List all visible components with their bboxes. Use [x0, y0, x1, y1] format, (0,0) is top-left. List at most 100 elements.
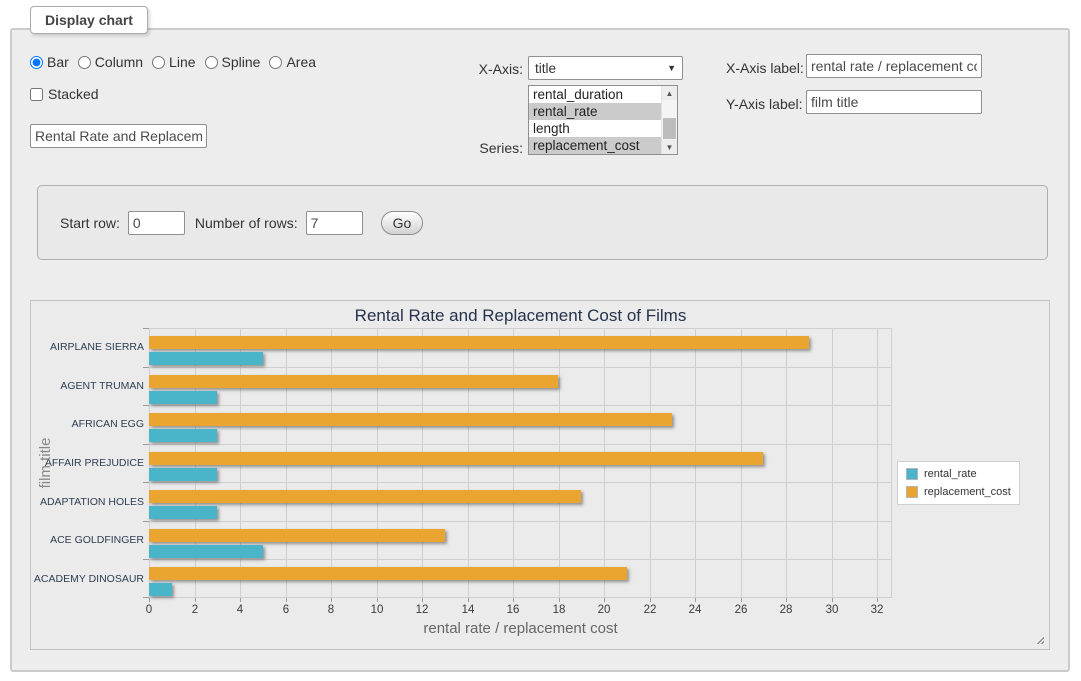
start-row-label: Start row:	[60, 215, 120, 231]
bar-rental_rate-3[interactable]	[149, 468, 217, 481]
chart-type-radio-line[interactable]	[152, 56, 165, 69]
chart-type-option-label: Spline	[222, 54, 261, 70]
plot-area: 02468101214161820222426283032AIRPLANE SI…	[149, 328, 892, 598]
x-axis-select[interactable]: title ▼	[528, 56, 683, 80]
category-label: AGENT TRUMAN	[33, 380, 144, 392]
x-axis-tick	[832, 598, 833, 602]
bar-replacement_cost-2[interactable]	[149, 413, 672, 426]
gridline-horizontal	[149, 367, 892, 368]
x-axis-tick	[468, 598, 469, 602]
chart-title-input[interactable]	[30, 124, 207, 148]
legend-swatch-icon	[906, 468, 918, 480]
x-tick-label: 30	[817, 604, 847, 616]
y-axis-tick	[143, 597, 149, 598]
bar-rental_rate-0[interactable]	[149, 352, 263, 365]
bar-replacement_cost-4[interactable]	[149, 490, 581, 503]
y-axis-tick	[143, 482, 149, 483]
gridline-horizontal	[149, 597, 892, 598]
series-select-label: Series:	[460, 140, 523, 156]
chevron-down-icon: ▼	[667, 63, 676, 73]
scroll-up-icon[interactable]: ▲	[662, 86, 677, 100]
bar-rental_rate-6[interactable]	[149, 583, 172, 596]
y-axis-tick	[143, 559, 149, 560]
chart-type-option-spline: Spline	[205, 54, 261, 70]
bar-rental_rate-2[interactable]	[149, 429, 217, 442]
chart-panel: Rental Rate and Replacement Cost of Film…	[30, 300, 1050, 650]
gridline-vertical	[877, 328, 878, 598]
x-axis-tick	[877, 598, 878, 602]
gridline-horizontal	[149, 482, 892, 483]
x-axis-tick	[286, 598, 287, 602]
bar-rental_rate-5[interactable]	[149, 545, 263, 558]
series-option-rental_duration[interactable]: rental_duration	[529, 86, 661, 103]
gridline-horizontal	[149, 405, 892, 406]
legend-item-replacement_cost[interactable]: replacement_cost	[906, 486, 1011, 498]
y-axis-label-input[interactable]	[806, 90, 982, 114]
chart-type-option-label: Bar	[47, 54, 69, 70]
legend-label: replacement_cost	[924, 486, 1011, 498]
x-tick-label: 16	[498, 604, 528, 616]
fieldset-legend: Display chart	[30, 6, 148, 34]
scrollbar-thumb[interactable]	[663, 118, 676, 139]
series-listbox[interactable]: rental_durationrental_ratelengthreplacem…	[528, 85, 678, 155]
bar-rental_rate-1[interactable]	[149, 391, 217, 404]
series-option-length[interactable]: length	[529, 120, 661, 137]
bar-rental_rate-4[interactable]	[149, 506, 217, 519]
x-tick-label: 26	[726, 604, 756, 616]
stacked-checkbox[interactable]	[30, 88, 43, 101]
chart-type-option-area: Area	[269, 54, 316, 70]
x-axis-title: rental rate / replacement cost	[149, 620, 892, 637]
series-option-replacement_cost[interactable]: replacement_cost	[529, 137, 661, 154]
go-button[interactable]: Go	[381, 211, 424, 235]
series-scrollbar[interactable]: ▲ ▼	[661, 86, 677, 154]
chart-type-option-column: Column	[78, 54, 143, 70]
stacked-label: Stacked	[48, 86, 99, 102]
x-axis-tick	[240, 598, 241, 602]
chart-type-radio-bar[interactable]	[30, 56, 43, 69]
legend-label: rental_rate	[924, 468, 977, 480]
resize-handle-icon[interactable]	[1034, 634, 1044, 644]
bar-replacement_cost-3[interactable]	[149, 452, 763, 465]
series-option-rental_rate[interactable]: rental_rate	[529, 103, 661, 120]
scroll-down-icon[interactable]: ▼	[662, 140, 677, 154]
x-axis-label-input[interactable]	[806, 54, 982, 78]
chart-legend: rental_rate replacement_cost	[897, 461, 1020, 505]
gridline-vertical	[786, 328, 787, 598]
legend-item-rental_rate[interactable]: rental_rate	[906, 468, 1011, 480]
x-axis-tick	[331, 598, 332, 602]
chart-type-radio-column[interactable]	[78, 56, 91, 69]
x-axis-selected-value: title	[535, 61, 556, 76]
chart-type-option-label: Area	[286, 54, 316, 70]
x-tick-label: 22	[635, 604, 665, 616]
num-rows-input[interactable]	[306, 211, 363, 235]
series-options: rental_durationrental_ratelengthreplacem…	[529, 86, 661, 154]
chart-type-radio-area[interactable]	[269, 56, 282, 69]
bar-replacement_cost-6[interactable]	[149, 567, 627, 580]
category-label: ACADEMY DINOSAUR	[33, 573, 144, 585]
x-tick-label: 4	[225, 604, 255, 616]
start-row-input[interactable]	[128, 211, 185, 235]
legend-swatch-icon	[906, 486, 918, 498]
y-axis-tick	[143, 328, 149, 329]
bar-replacement_cost-0[interactable]	[149, 336, 809, 349]
chart-type-radio-group: BarColumnLineSplineArea	[30, 54, 316, 70]
x-axis-tick	[195, 598, 196, 602]
chart-type-radio-spline[interactable]	[205, 56, 218, 69]
x-tick-label: 8	[316, 604, 346, 616]
row-controls-panel: Start row: Number of rows: Go	[37, 185, 1048, 260]
y-axis-label-label: Y-Axis label:	[726, 96, 803, 112]
x-tick-label: 2	[180, 604, 210, 616]
x-axis-tick	[650, 598, 651, 602]
bar-replacement_cost-5[interactable]	[149, 529, 445, 542]
x-tick-label: 32	[862, 604, 892, 616]
stacked-checkbox-row: Stacked	[30, 86, 99, 102]
bar-replacement_cost-1[interactable]	[149, 375, 558, 388]
y-axis-tick	[143, 367, 149, 368]
category-label: ACE GOLDFINGER	[33, 534, 144, 546]
chart-type-option-label: Column	[95, 54, 143, 70]
gridline-horizontal	[149, 521, 892, 522]
x-tick-label: 10	[362, 604, 392, 616]
page: Display chart BarColumnLineSplineArea St…	[0, 0, 1081, 681]
x-tick-label: 24	[680, 604, 710, 616]
x-axis-select-label: X-Axis:	[460, 61, 523, 77]
